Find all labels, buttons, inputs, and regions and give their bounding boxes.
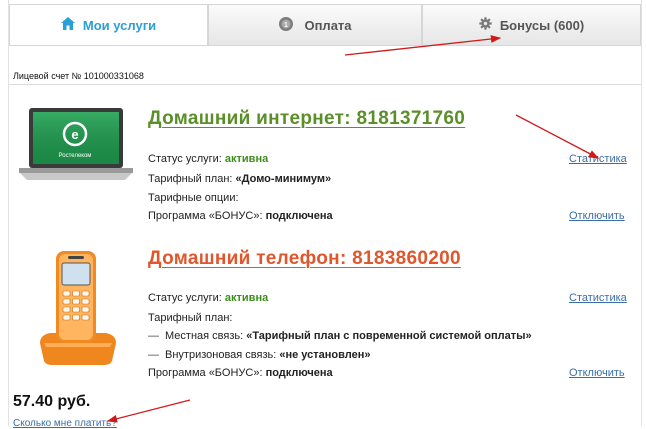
internet-bonus-row: Программа «БОНУС»: подключена	[148, 210, 333, 222]
tariff-label: Тарифный план:	[148, 312, 233, 324]
zone-value: «не установлен»	[279, 349, 371, 361]
phone-statistics-link[interactable]: Статистика	[569, 292, 627, 304]
tab-my-services[interactable]: Мои услуги	[9, 4, 208, 46]
phone-image	[40, 251, 116, 365]
bonus-label: Программа «БОНУС»:	[148, 367, 263, 379]
tab-payment-label: Оплата	[304, 17, 352, 33]
tab-bonuses[interactable]: Бонусы (600)	[422, 4, 641, 46]
options-label: Тарифные опции:	[148, 192, 239, 204]
local-value: «Тарифный план с повременной системой оп…	[246, 330, 532, 342]
tab-my-services-label: Мои услуги	[82, 17, 157, 33]
tab-payment[interactable]: 1 Оплата	[208, 4, 422, 46]
bonus-label: Программа «БОНУС»:	[148, 210, 263, 222]
tariff-label: Тарифный план:	[148, 173, 233, 185]
laptop-image: e Ростелеком	[19, 108, 133, 180]
dash: —	[148, 330, 159, 342]
tab-bonuses-label: Бонусы (600)	[499, 17, 585, 33]
tariff-value: «Домо-минимум»	[235, 173, 332, 185]
status-label: Статус услуги:	[148, 153, 222, 165]
phone-local-row: — Местная связь: «Тарифный план с повреме…	[148, 330, 532, 342]
tab-bar: Мои услуги 1 Оплата Бонусы (600)	[9, 4, 641, 46]
coin-icon: 1	[278, 16, 296, 35]
rostelecom-logo-text: Ростелеком	[59, 153, 92, 159]
gear-icon	[479, 17, 492, 33]
status-value: активна	[224, 153, 269, 165]
dash: —	[148, 349, 159, 361]
how-much-to-pay-link[interactable]: Сколько мне платить?	[13, 418, 117, 429]
bonus-value: подключена	[265, 367, 333, 379]
internet-tariff-row: Тарифный план: «Домо-минимум»	[148, 173, 331, 185]
status-value: активна	[224, 292, 269, 304]
svg-text:1: 1	[285, 22, 289, 29]
tab-underline	[9, 45, 641, 46]
internet-options-row: Тарифные опции:	[148, 192, 239, 204]
phone-tariff-row: Тарифный план:	[148, 312, 232, 324]
status-label: Статус услуги:	[148, 292, 222, 304]
divider	[9, 84, 641, 85]
svg-text:e: e	[71, 127, 78, 142]
internet-service-title[interactable]: Домашний интернет: 8181371760	[148, 108, 465, 130]
bonus-value: подключена	[265, 210, 333, 222]
balance-amount: 57.40 руб.	[13, 393, 91, 410]
phone-status-row: Статус услуги: активна	[148, 292, 268, 304]
phone-service-title[interactable]: Домашний телефон: 8183860200	[148, 248, 461, 270]
phone-bonus-row: Программа «БОНУС»: подключена	[148, 367, 333, 379]
phone-zone-row: — Внутризоновая связь: «не установлен»	[148, 349, 370, 361]
internet-disconnect-link[interactable]: Отключить	[569, 210, 625, 222]
home-icon	[60, 17, 75, 33]
internet-status-row: Статус услуги: активна	[148, 153, 268, 165]
account-number: Лицевой счет № 101000331068	[13, 71, 144, 81]
phone-disconnect-link[interactable]: Отключить	[569, 367, 625, 379]
zone-label: Внутризоновая связь:	[165, 349, 277, 361]
internet-statistics-link[interactable]: Статистика	[569, 153, 627, 165]
local-label: Местная связь:	[165, 330, 244, 342]
